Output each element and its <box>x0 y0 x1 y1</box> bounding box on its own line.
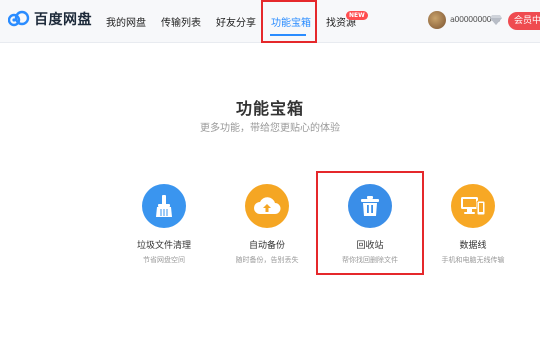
tool-desc: 手机和电脑无线传输 <box>441 256 505 264</box>
page-subtitle: 更多功能，带给您更贴心的体验 <box>200 123 340 134</box>
tool-name: 垃圾文件清理 <box>136 241 191 251</box>
cloud-logo-icon <box>8 10 30 27</box>
tool-name: 自动备份 <box>248 241 285 251</box>
baidu-netdisk-logo[interactable]: 百度网盘 <box>8 9 92 29</box>
broom-icon <box>142 184 186 228</box>
avatar[interactable] <box>428 11 446 29</box>
vip-center-button[interactable]: 会员中心 <box>508 12 540 30</box>
devices-icon <box>451 184 495 228</box>
top-nav-bar: 百度网盘 我的网盘 传输列表 好友分享 功能宝箱 找资源 NEW a000000… <box>0 0 540 43</box>
tool-junk-cleanup[interactable]: 垃圾文件清理 节省网盘空间 <box>104 184 224 265</box>
nav-transfer-list[interactable]: 传输列表 <box>161 14 201 29</box>
highlight-box-toolbox <box>261 0 317 43</box>
highlight-box-recycle-bin <box>316 171 424 275</box>
tool-name: 数据线 <box>459 241 487 251</box>
nav-my-netdisk[interactable]: 我的网盘 <box>106 14 146 29</box>
logo-text: 百度网盘 <box>34 12 92 28</box>
tool-data-cable[interactable]: 数据线 手机和电脑无线传输 <box>413 184 533 265</box>
tool-desc: 随时备份，告别丢失 <box>235 256 299 264</box>
new-badge: NEW <box>346 11 368 20</box>
tool-auto-backup[interactable]: 自动备份 随时备份，告别丢失 <box>207 184 327 265</box>
nav-friend-share[interactable]: 好友分享 <box>216 14 256 29</box>
cloud-upload-icon <box>245 184 289 228</box>
diamond-icon[interactable] <box>490 14 502 25</box>
page-title: 功能宝箱 <box>235 99 304 118</box>
tool-desc: 节省网盘空间 <box>143 256 185 264</box>
